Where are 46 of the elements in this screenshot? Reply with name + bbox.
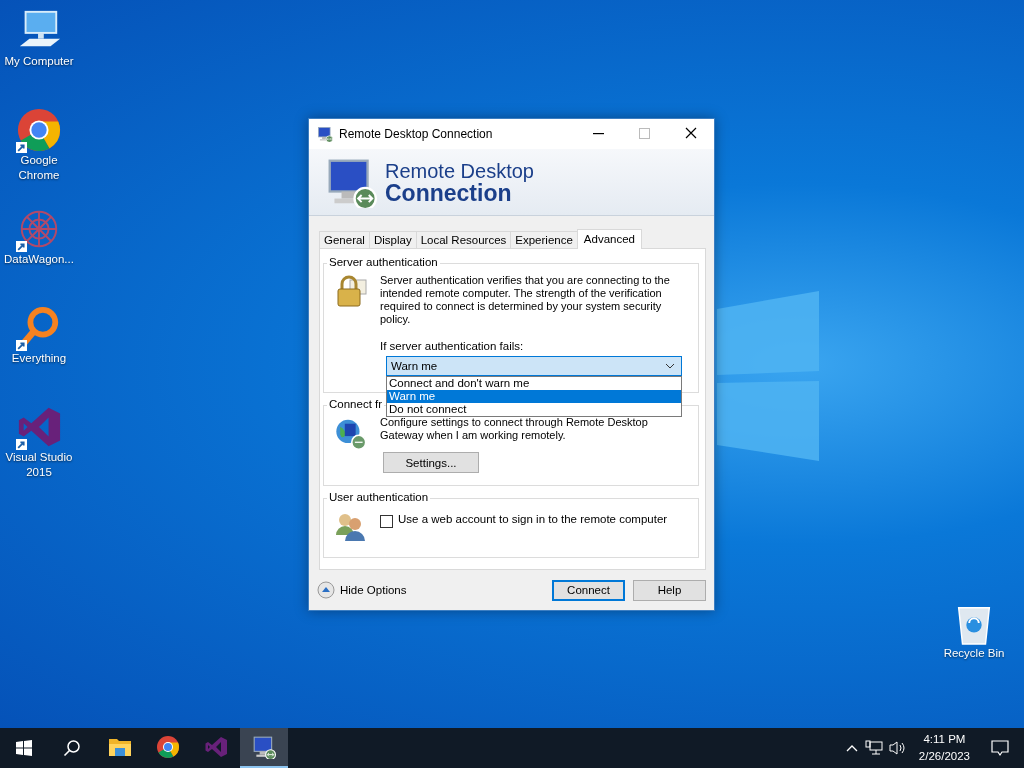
notification-icon[interactable] (990, 739, 1010, 757)
group-label: Connect fr (327, 398, 385, 410)
description-text: Configure settings to connect through Remote Desktop Gateway when I am working remotely. (380, 416, 649, 442)
banner-title: Remote Desktop (385, 160, 534, 182)
speaker-icon[interactable] (888, 740, 907, 756)
search-icon (63, 739, 81, 757)
dropdown-option[interactable]: Warn me (387, 390, 681, 403)
description-text: Server authentication verifies that you are connecting to the intended remote computer. The strength of the verification required to connect is determined by your system security policy. (380, 274, 671, 326)
dialog-button[interactable]: Help (633, 579, 706, 601)
desktop-icon-label[interactable]: Visual Studio 2015 (0, 450, 78, 480)
desktop-icon-label[interactable]: Everything (11, 351, 67, 366)
collapse-icon (317, 581, 335, 599)
dropdown-option[interactable]: Connect and don't warn me (387, 377, 681, 390)
tab[interactable]: General (319, 231, 370, 248)
dropdown-option[interactable]: Do not connect (387, 403, 681, 416)
group-label: Server authentication (327, 256, 440, 268)
checkbox[interactable] (380, 515, 393, 528)
settings-button[interactable]: Settings... (383, 452, 479, 473)
browser-icon[interactable] (16, 107, 62, 153)
desktop-icon-label[interactable]: Recycle Bin (943, 646, 1005, 661)
group-label: User authentication (327, 491, 431, 503)
hide-options-toggle[interactable]: Hide Options (317, 581, 407, 599)
ribbon-icon (204, 735, 228, 759)
chevron-down-icon (665, 363, 675, 369)
tab[interactable]: Advanced (576, 229, 642, 249)
network-icon[interactable] (864, 740, 883, 756)
tab[interactable]: Experience (510, 231, 578, 248)
dialog-button[interactable]: Connect (552, 579, 625, 601)
monitor-icon (252, 735, 276, 759)
checkbox-label[interactable]: Use a web account to sign in to the remote computer (398, 513, 668, 525)
browser-icon (156, 735, 180, 759)
desktop-icon-label[interactable]: DataWagon... (4, 252, 74, 267)
banner-title: Connection (385, 182, 512, 204)
padlock-icon (334, 274, 368, 308)
desktop-icon-label[interactable]: Google Chrome (0, 153, 78, 183)
taskbar-app[interactable] (240, 728, 288, 768)
windows-logo-icon (16, 740, 32, 756)
desktop-icon-label[interactable]: My Computer (4, 54, 74, 69)
clock-date: 2/26/2023 (918, 749, 970, 764)
dropdown[interactable]: Warn me (386, 356, 682, 376)
clock-time: 4:11 PM (923, 732, 966, 747)
field-label: If server authentication fails: (380, 340, 525, 352)
window-title: Remote Desktop Connection (339, 127, 494, 141)
tab[interactable]: Display (368, 231, 417, 248)
app-icon (317, 126, 333, 142)
clock[interactable]: 4:11 PM 2/26/2023 (918, 731, 970, 765)
